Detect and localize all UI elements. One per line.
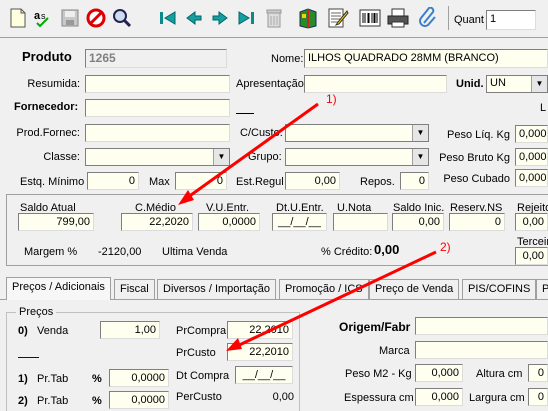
arrow-1 [178,102,319,205]
arrow-2 [226,250,437,351]
annotation-arrows [178,102,437,351]
annotation-2: 2) [440,240,451,254]
tab-precos-adicionais[interactable]: Preços / Adicionais [6,277,111,300]
annotation-1: 1) [326,92,337,106]
